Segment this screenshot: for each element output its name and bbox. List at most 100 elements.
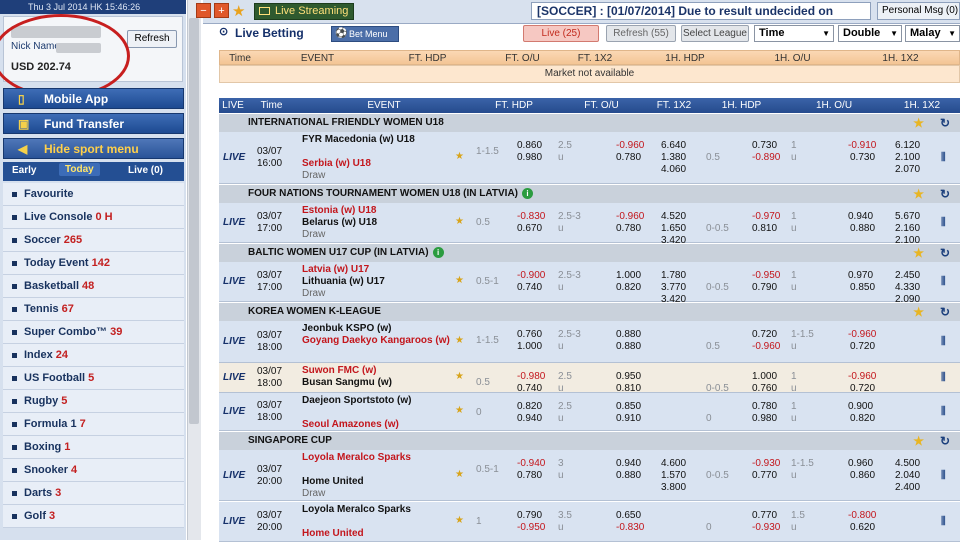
away-team[interactable]: Home United bbox=[302, 476, 452, 488]
announcement-marquee[interactable]: [SOCCER] : [01/07/2014] Due to result un… bbox=[531, 2, 871, 20]
ft-hdp-home-odds[interactable]: 0.760 bbox=[517, 329, 542, 341]
h1-hdp-home-odds[interactable]: -0.930 bbox=[752, 458, 780, 470]
home-team[interactable]: Latvia (w) U17 bbox=[302, 264, 452, 276]
sport-item[interactable]: Boxing 1 bbox=[3, 436, 184, 459]
ft-hdp-away-odds[interactable]: -0.950 bbox=[517, 522, 545, 534]
h1-ou-over-odds[interactable]: -0.910 bbox=[848, 140, 876, 152]
fund-transfer-button[interactable]: ▣ Fund Transfer bbox=[3, 113, 184, 134]
favourite-star-icon[interactable]: ★ bbox=[913, 432, 924, 450]
ft-ou-over-odds[interactable]: 0.880 bbox=[616, 329, 641, 341]
ft-1x2-odds[interactable]: 6.640 bbox=[661, 140, 686, 152]
h1-hdp-away-odds[interactable]: -0.890 bbox=[752, 152, 780, 164]
favourite-icon[interactable]: ★ bbox=[455, 515, 464, 527]
favourite-icon[interactable]: ★ bbox=[455, 469, 464, 481]
h1-ou-under-odds[interactable]: 0.730 bbox=[850, 152, 875, 164]
odds-type-select[interactable]: Double bbox=[838, 25, 902, 42]
h1-ou-under-odds[interactable]: 0.820 bbox=[850, 413, 875, 425]
away-team[interactable]: Lithuania (w) U17 bbox=[302, 276, 452, 288]
sport-item[interactable]: Basketball 48 bbox=[3, 275, 184, 298]
away-team[interactable]: Seoul Amazones (w) bbox=[302, 419, 452, 431]
info-icon[interactable]: i bbox=[522, 188, 533, 199]
stats-icon[interactable]: ⫼ bbox=[941, 372, 946, 384]
h1-1x2-odds[interactable]: 2.400 bbox=[895, 482, 920, 494]
h1-hdp-away-odds[interactable]: 0.810 bbox=[752, 223, 777, 235]
h1-ou-under-odds[interactable]: 0.720 bbox=[850, 341, 875, 353]
h1-ou-over-odds[interactable]: 0.970 bbox=[848, 270, 873, 282]
h1-hdp-home-odds[interactable]: -0.970 bbox=[752, 211, 780, 223]
h1-ou-under-odds[interactable]: 0.880 bbox=[850, 223, 875, 235]
sport-item[interactable]: US Football 5 bbox=[3, 367, 184, 390]
tab-live[interactable]: Live (0) bbox=[128, 165, 163, 176]
ft-hdp-away-odds[interactable]: 1.000 bbox=[517, 341, 542, 353]
h1-hdp-home-odds[interactable]: 0.770 bbox=[752, 510, 777, 522]
h1-1x2-odds[interactable]: 4.330 bbox=[895, 282, 920, 294]
h1-hdp-home-odds[interactable]: -0.950 bbox=[752, 270, 780, 282]
favourite-icon[interactable]: ★ bbox=[455, 151, 464, 163]
stats-icon[interactable]: ⫼ bbox=[941, 152, 946, 164]
sport-item[interactable]: Golf 3 bbox=[3, 505, 184, 528]
scrollbar-thumb[interactable] bbox=[189, 18, 199, 424]
ft-ou-under-odds[interactable]: 0.780 bbox=[616, 223, 641, 235]
stats-icon[interactable]: ⫼ bbox=[941, 406, 946, 418]
favourite-icon[interactable]: ★ bbox=[455, 216, 464, 228]
ft-hdp-home-odds[interactable]: -0.900 bbox=[517, 270, 545, 282]
favourite-star-icon[interactable]: ★ bbox=[913, 244, 924, 262]
h1-1x2-odds[interactable]: 2.450 bbox=[895, 270, 920, 282]
ft-1x2-odds[interactable]: 3.770 bbox=[661, 282, 686, 294]
mobile-app-button[interactable]: ▯ Mobile App bbox=[3, 88, 184, 109]
h1-1x2-odds[interactable]: 6.120 bbox=[895, 140, 920, 152]
ft-1x2-odds[interactable]: 4.520 bbox=[661, 211, 686, 223]
ft-hdp-home-odds[interactable]: -0.940 bbox=[517, 458, 545, 470]
ft-1x2-odds[interactable]: 1.650 bbox=[661, 223, 686, 235]
stats-icon[interactable]: ⫼ bbox=[941, 336, 946, 348]
refresh-icon[interactable]: ↻ bbox=[940, 114, 950, 132]
ft-hdp-home-odds[interactable]: 0.820 bbox=[517, 401, 542, 413]
ft-ou-over-odds[interactable]: -0.960 bbox=[616, 211, 644, 223]
ft-1x2-odds[interactable]: 1.570 bbox=[661, 470, 686, 482]
ft-ou-under-odds[interactable]: 0.880 bbox=[616, 470, 641, 482]
ft-hdp-home-odds[interactable]: 0.790 bbox=[517, 510, 542, 522]
home-team[interactable]: Daejeon Sportstoto (w) bbox=[302, 395, 452, 407]
ft-ou-under-odds[interactable]: -0.830 bbox=[616, 522, 644, 534]
h1-1x2-odds[interactable]: 2.040 bbox=[895, 470, 920, 482]
refresh-icon[interactable]: ↻ bbox=[940, 432, 950, 450]
sort-select[interactable]: Time bbox=[754, 25, 834, 42]
sport-item[interactable]: Index 24 bbox=[3, 344, 184, 367]
ft-hdp-home-odds[interactable]: -0.980 bbox=[517, 371, 545, 383]
ft-1x2-odds[interactable]: 1.780 bbox=[661, 270, 686, 282]
ft-hdp-away-odds[interactable]: 0.780 bbox=[517, 470, 542, 482]
sport-item[interactable]: Tennis 67 bbox=[3, 298, 184, 321]
h1-1x2-odds[interactable]: 2.070 bbox=[895, 164, 920, 176]
h1-hdp-home-odds[interactable]: 0.780 bbox=[752, 401, 777, 413]
ft-hdp-away-odds[interactable]: 0.670 bbox=[517, 223, 542, 235]
ft-hdp-away-odds[interactable]: 0.740 bbox=[517, 282, 542, 294]
h1-1x2-odds[interactable]: 5.670 bbox=[895, 211, 920, 223]
ft-ou-under-odds[interactable]: 0.910 bbox=[616, 413, 641, 425]
refresh-count-button[interactable]: Refresh (55) bbox=[606, 25, 676, 42]
live-betting-title[interactable]: Live Betting bbox=[219, 25, 304, 40]
sport-item[interactable]: Favourite bbox=[3, 183, 184, 206]
ft-hdp-home-odds[interactable]: -0.830 bbox=[517, 211, 545, 223]
favourite-icon[interactable]: ★ bbox=[455, 335, 464, 347]
h1-ou-over-odds[interactable]: 0.960 bbox=[848, 458, 873, 470]
sport-item[interactable]: Darts 3 bbox=[3, 482, 184, 505]
away-team[interactable]: Belarus (w) U18 bbox=[302, 217, 452, 229]
favourite-star-icon[interactable]: ★ bbox=[913, 303, 924, 321]
h1-ou-over-odds[interactable]: -0.960 bbox=[848, 371, 876, 383]
ft-ou-over-odds[interactable]: 1.000 bbox=[616, 270, 641, 282]
sport-item[interactable]: Today Event 142 bbox=[3, 252, 184, 275]
ft-hdp-away-odds[interactable]: 0.980 bbox=[517, 152, 542, 164]
h1-ou-under-odds[interactable]: 0.860 bbox=[850, 470, 875, 482]
sport-item[interactable]: Formula 17 bbox=[3, 413, 184, 436]
home-team[interactable]: FYR Macedonia (w) U18 bbox=[302, 134, 452, 146]
favourite-icon[interactable]: ★ bbox=[455, 371, 464, 383]
favourite-star-icon[interactable]: ★ bbox=[913, 114, 924, 132]
favourite-icon[interactable]: ★ bbox=[455, 405, 464, 417]
ft-ou-over-odds[interactable]: 0.850 bbox=[616, 401, 641, 413]
odds-format-select[interactable]: Malay bbox=[905, 25, 960, 42]
ft-ou-over-odds[interactable]: 0.650 bbox=[616, 510, 641, 522]
ft-1x2-odds[interactable]: 4.060 bbox=[661, 164, 686, 176]
h1-ou-under-odds[interactable]: 0.850 bbox=[850, 282, 875, 294]
personal-message-button[interactable]: Personal Msg (0) bbox=[877, 2, 960, 20]
h1-hdp-away-odds[interactable]: 0.790 bbox=[752, 282, 777, 294]
